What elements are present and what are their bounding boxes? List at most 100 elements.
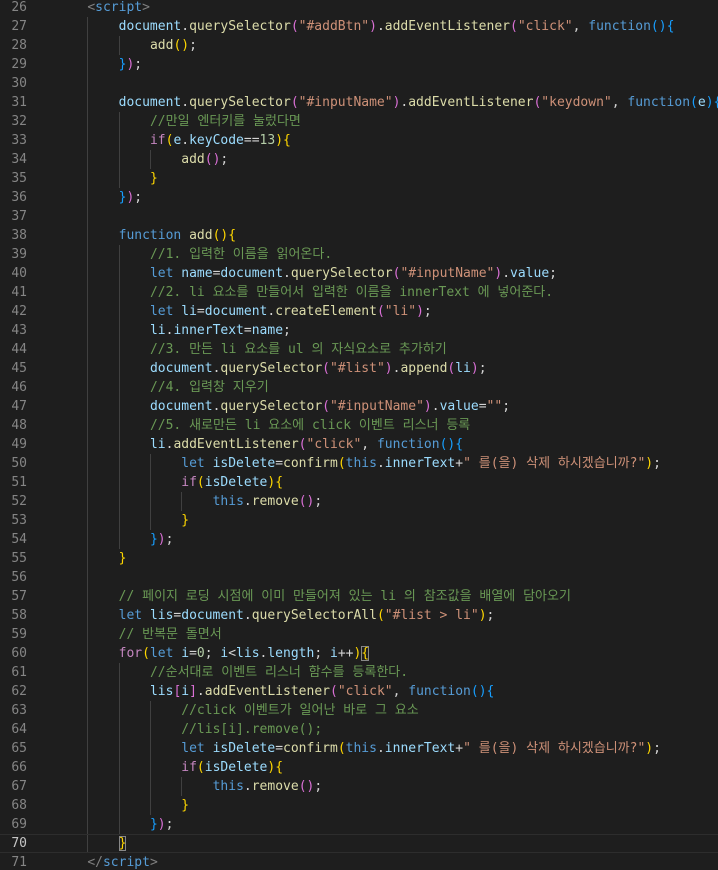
code-text: //lis[i].remove(); <box>181 720 322 739</box>
code-line[interactable]: 65 let isDelete=confirm(this.innerText+" … <box>0 739 718 758</box>
line-number: 42 <box>11 304 27 319</box>
code-token: () <box>204 152 221 167</box>
code-token: querySelector <box>189 19 291 34</box>
code-token: . <box>243 608 252 623</box>
code-line[interactable]: 57 // 페이지 로딩 시점에 이미 만들어져 있는 li 의 참조값을 배열에… <box>0 587 718 606</box>
code-line[interactable]: 36}); <box>0 188 718 207</box>
code-line[interactable]: 66 if(isDelete){ <box>0 758 718 777</box>
code-token: ) <box>645 456 654 471</box>
code-text: //click 이벤트가 일어난 바로 그 요소 <box>181 701 418 720</box>
code-token: lis <box>149 684 174 699</box>
code-token: ; <box>653 456 661 471</box>
code-line[interactable]: 53} <box>0 511 718 530</box>
code-token: } <box>149 532 158 547</box>
code-token: add <box>189 228 213 243</box>
code-line[interactable]: 42 let li=document.createElement("li"); <box>0 302 718 321</box>
code-token: confirm <box>283 741 338 756</box>
code-line[interactable]: 54}); <box>0 530 718 549</box>
code-line[interactable]: 58 let lis=document.querySelectorAll("#li… <box>0 606 718 625</box>
code-line[interactable]: 35} <box>0 169 718 188</box>
line-number: 39 <box>11 247 27 262</box>
code-line[interactable]: 49 li.addEventListener("click", function(… <box>0 435 718 454</box>
code-line[interactable]: 69}); <box>0 815 718 834</box>
code-token: function <box>408 684 471 699</box>
code-line[interactable]: 27 document.querySelector("#addBtn").addE… <box>0 17 718 36</box>
code-token: this <box>345 456 377 471</box>
code-token: let <box>118 608 143 623</box>
code-line[interactable]: 60 for(let i=0; i<lis.length; i++){ <box>0 644 718 663</box>
code-line[interactable]: 68} <box>0 796 718 815</box>
code-line[interactable]: 39 //1. 입력한 이름을 읽어온다. <box>0 245 718 264</box>
code-line[interactable]: 67 this.remove(); <box>0 777 718 796</box>
code-line[interactable]: 70} <box>0 834 718 853</box>
code-line[interactable]: 71 </script> <box>0 853 718 870</box>
code-line[interactable]: 31 document.querySelector("#inputName").a… <box>0 93 718 112</box>
line-number: 26 <box>11 0 27 15</box>
code-token: "#list" <box>329 361 385 376</box>
code-token: . <box>431 399 440 414</box>
code-line[interactable]: 33 if(e.keyCode==13){ <box>0 131 718 150</box>
code-token: ) <box>423 399 432 414</box>
code-token: = <box>243 323 252 338</box>
code-line[interactable]: 48 //5. 새로만든 li 요소에 click 이벤트 리스너 등록 <box>0 416 718 435</box>
code-token: . <box>196 684 205 699</box>
code-text: } <box>118 835 127 852</box>
code-line[interactable]: 56 <box>0 568 718 587</box>
code-token: { <box>666 19 675 34</box>
code-line[interactable]: 26 <script> <box>0 0 718 17</box>
line-number: 50 <box>11 456 27 471</box>
code-token: } <box>181 798 190 813</box>
line-number: 33 <box>11 133 27 148</box>
code-line[interactable]: 29}); <box>0 55 718 74</box>
code-line[interactable]: 40 let name=document.querySelector("#inpu… <box>0 264 718 283</box>
code-token: () <box>298 494 315 509</box>
code-token: { <box>275 475 284 490</box>
line-number: 55 <box>11 551 27 566</box>
code-line[interactable]: 34 add(); <box>0 150 718 169</box>
code-line[interactable]: 50 let isDelete=confirm(this.innerText+" … <box>0 454 718 473</box>
code-line[interactable]: 61 //순서대로 이벤트 리스너 함수를 등록한다. <box>0 663 718 682</box>
code-line[interactable]: 41 //2. li 요소를 만들어서 입력한 이름을 innerText 에 넣… <box>0 283 718 302</box>
code-line[interactable]: 62 lis[i].addEventListener("click", funct… <box>0 682 718 701</box>
code-token: ) <box>470 361 479 376</box>
line-number: 38 <box>11 228 27 243</box>
code-line[interactable]: 45 document.querySelector("#list").append… <box>0 359 718 378</box>
code-token: ( <box>290 95 299 110</box>
code-token: ) <box>157 532 166 547</box>
code-line[interactable]: 30 <box>0 74 718 93</box>
code-token: ; <box>165 817 174 832</box>
code-token: "" <box>486 399 503 414</box>
code-token: length <box>267 646 315 661</box>
code-token: ( <box>322 361 330 376</box>
code-line[interactable]: 51 if(isDelete){ <box>0 473 718 492</box>
code-line[interactable]: 32 //만일 엔터키를 눌렀다면 <box>0 112 718 131</box>
code-text: if(e.keyCode==13){ <box>150 131 291 150</box>
code-line[interactable]: 38 function add(){ <box>0 226 718 245</box>
code-editor[interactable]: 26 <script> 27 document.querySelector("#add… <box>0 0 718 870</box>
code-token: "#addBtn" <box>298 19 370 34</box>
code-line[interactable]: 46 //4. 입력창 지우기 <box>0 378 718 397</box>
code-token: this <box>212 494 244 509</box>
code-token: script <box>102 855 150 870</box>
code-line[interactable]: 37 <box>0 207 718 226</box>
code-text: //3. 만든 li 요소를 ul 의 자식요소로 추가하기 <box>150 340 447 359</box>
code-token: document <box>149 399 213 414</box>
line-number: 60 <box>11 646 27 661</box>
code-token: > <box>149 855 158 870</box>
code-token: . <box>181 19 190 34</box>
code-line[interactable]: 63 //click 이벤트가 일어난 바로 그 요소 <box>0 701 718 720</box>
code-line[interactable]: 59 // 반복문 돌면서 <box>0 625 718 644</box>
code-line[interactable]: 55} <box>0 549 718 568</box>
code-line[interactable]: 52 this.remove(); <box>0 492 718 511</box>
code-line[interactable]: 64 //lis[i].remove(); <box>0 720 718 739</box>
code-text: } <box>181 796 189 815</box>
code-line[interactable]: 28 add(); <box>0 36 718 55</box>
code-token: isDelete <box>212 741 276 756</box>
code-line[interactable]: 44 //3. 만든 li 요소를 ul 의 자식요소로 추가하기 <box>0 340 718 359</box>
code-line[interactable]: 43 li.innerText=name; <box>0 321 718 340</box>
line-number: 59 <box>11 627 27 642</box>
code-token: ( <box>337 741 346 756</box>
code-text: document.querySelector("#list").append(l… <box>150 359 487 378</box>
code-token: //4. 입력창 지우기 <box>149 380 269 395</box>
code-line[interactable]: 47 document.querySelector("#inputName").v… <box>0 397 718 416</box>
